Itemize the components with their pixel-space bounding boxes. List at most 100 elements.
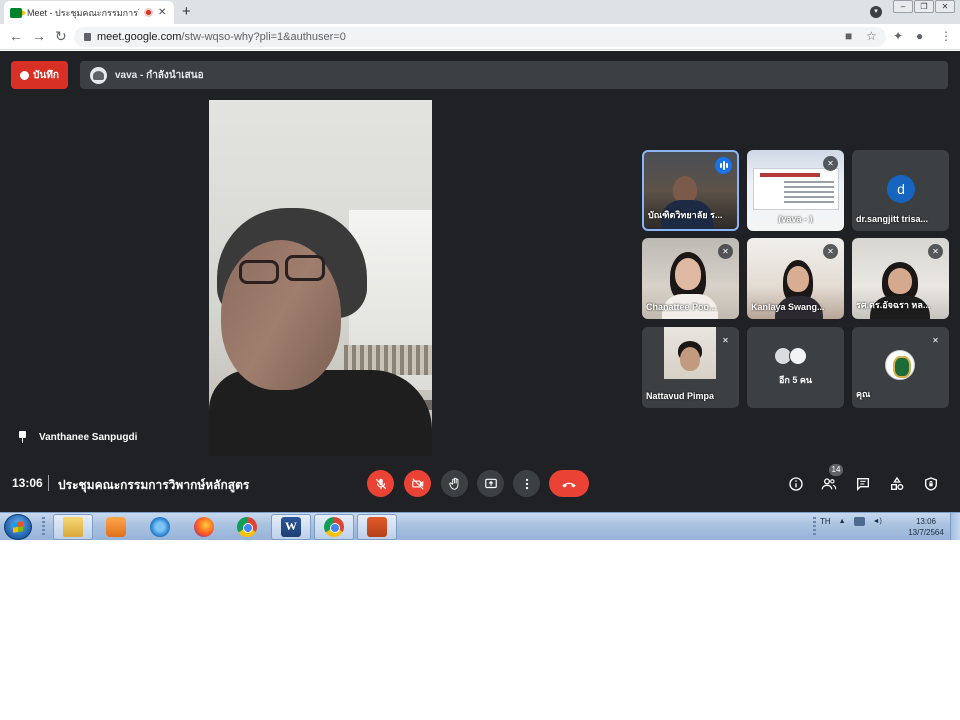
- back-arrow-icon[interactable]: ←: [9, 28, 23, 44]
- powerpoint-icon: [367, 517, 387, 537]
- volume-icon[interactable]: ◄): [873, 518, 882, 525]
- participant-count-badge: 14: [829, 464, 843, 476]
- window-controls: – ❐ ✕: [893, 0, 955, 13]
- tab-search-icon[interactable]: ▾: [870, 6, 882, 18]
- taskbar-powerpoint[interactable]: [357, 514, 397, 540]
- raise-hand-button[interactable]: [441, 470, 468, 497]
- participant-head: [787, 266, 809, 292]
- participant-tile[interactable]: ✕ Chanattee Poo...: [642, 238, 739, 319]
- taskbar-firefox[interactable]: [184, 514, 224, 540]
- camera-in-use-icon[interactable]: ■: [845, 29, 852, 43]
- taskbar-grip: [42, 517, 45, 537]
- taskbar-chrome[interactable]: [227, 514, 267, 540]
- pinned-participant-name: Vanthanee Sanpugdi: [39, 431, 138, 443]
- muted-mic-icon: ✕: [823, 244, 838, 259]
- participant-tile[interactable]: บัณฑิตวิทยาลัย ร...: [642, 150, 739, 231]
- pin-icon[interactable]: [18, 431, 27, 443]
- mic-off-icon: [375, 478, 386, 489]
- browser-tab-meet[interactable]: Meet - ประชุมคณะกรรมการวิพากษ์ ✕: [4, 1, 174, 24]
- participant-name: Chanattee Poo...: [646, 302, 717, 312]
- participant-name: บัณฑิตวิทยาลัย ร...: [648, 210, 723, 220]
- new-tab-button[interactable]: +: [182, 3, 191, 20]
- more-participants-label: อีก 5 คน: [778, 375, 813, 385]
- url-text: meet.google.com/stw-wqso-why?pli=1&authu…: [97, 31, 346, 43]
- url-path: /stw-wqso-why?pli=1&authuser=0: [181, 31, 346, 43]
- activities-button[interactable]: [888, 475, 906, 493]
- pinned-participant-label: Vanthanee Sanpugdi: [18, 431, 137, 443]
- participant-name: dr.sangjitt trisa...: [856, 214, 929, 224]
- internet-explorer-icon: [150, 517, 170, 537]
- network-icon[interactable]: [853, 517, 865, 526]
- speaker-glasses-left: [239, 260, 279, 284]
- taskbar-media-player[interactable]: [96, 514, 136, 540]
- more-participants-tile[interactable]: อีก 5 คน: [747, 327, 844, 408]
- participant-name: Nattavud Pimpa: [646, 391, 715, 401]
- bookmark-star-icon[interactable]: ☆: [866, 29, 877, 43]
- reload-icon[interactable]: ↻: [55, 28, 67, 45]
- present-screen-icon: [484, 478, 497, 488]
- people-icon: [821, 478, 837, 490]
- taskbar-clock[interactable]: 13:06 13/7/2564: [906, 516, 946, 538]
- taskbar-internet-explorer[interactable]: [140, 514, 180, 540]
- slide-content-lines: [784, 181, 834, 205]
- meeting-divider: [48, 475, 49, 491]
- participant-head: [888, 268, 912, 294]
- windows-taskbar: TH ▲ ◄) 13:06 13/7/2564: [0, 512, 960, 540]
- participant-tile[interactable]: ✕ Kanlaya Swang...: [747, 238, 844, 319]
- input-language[interactable]: TH: [820, 517, 831, 526]
- muted-mic-icon: ✕: [928, 333, 943, 348]
- participant-name: (vava - ): [778, 214, 813, 224]
- participant-head: [680, 347, 700, 371]
- muted-mic-icon: ✕: [928, 244, 943, 259]
- taskbar-explorer[interactable]: [53, 514, 93, 540]
- self-tile[interactable]: ✕ คุณ: [852, 327, 949, 408]
- record-button[interactable]: บันทึก: [11, 61, 68, 89]
- show-hidden-icons-icon[interactable]: ▲: [839, 518, 846, 525]
- taskbar-chrome-window[interactable]: [314, 514, 354, 540]
- extensions-puzzle-icon[interactable]: ✦: [893, 29, 903, 43]
- forward-arrow-icon[interactable]: →: [32, 28, 46, 44]
- start-menu-icon[interactable]: [4, 514, 32, 540]
- more-options-button[interactable]: [513, 470, 540, 497]
- activities-shapes-icon: [891, 476, 904, 490]
- show-desktop-button[interactable]: [950, 513, 960, 540]
- microphone-toggle-button[interactable]: [367, 470, 394, 497]
- participant-tile[interactable]: ✕ Nattavud Pimpa: [642, 327, 739, 408]
- meeting-details-button[interactable]: [787, 475, 805, 493]
- muted-mic-icon: ✕: [823, 156, 838, 171]
- taskbar-word[interactable]: [271, 514, 311, 540]
- participant-name: รศ.ดร.อัจฉรา หล...: [856, 300, 931, 310]
- meet-stage: บันทึก vava - กำลังนำเสนอ Vanthanee Sanp…: [0, 51, 960, 512]
- meet-favicon-icon: [10, 7, 26, 18]
- more-vert-icon: [525, 478, 528, 489]
- address-bar[interactable]: meet.google.com/stw-wqso-why?pli=1&authu…: [74, 27, 886, 47]
- people-button[interactable]: [820, 475, 838, 493]
- url-host: meet.google.com: [97, 31, 182, 43]
- meeting-title: ประชุมคณะกรรมการวิพากษ์หลักสูตร: [58, 478, 250, 492]
- host-controls-button[interactable]: [922, 475, 940, 493]
- present-now-button[interactable]: [477, 470, 504, 497]
- pinned-video-feed[interactable]: [209, 100, 432, 456]
- chat-button[interactable]: [854, 475, 872, 493]
- close-window-icon[interactable]: ✕: [935, 0, 955, 13]
- minimize-icon[interactable]: –: [893, 0, 913, 13]
- info-icon: [789, 477, 803, 491]
- self-avatar: [885, 350, 915, 380]
- meeting-clock: 13:06: [12, 476, 43, 490]
- participant-tile[interactable]: d dr.sangjitt trisa...: [852, 150, 949, 231]
- participant-tile[interactable]: ✕ รศ.ดร.อัจฉรา หล...: [852, 238, 949, 319]
- camera-toggle-button[interactable]: [404, 470, 431, 497]
- restore-icon[interactable]: ❐: [914, 0, 934, 13]
- more-participants-avatars: [774, 347, 807, 365]
- shield-lock-icon: [925, 477, 937, 491]
- browser-menu-icon[interactable]: ⋮: [940, 29, 952, 43]
- participant-tile[interactable]: ✕ (vava - ): [747, 150, 844, 231]
- self-name: คุณ: [856, 389, 871, 399]
- chrome-icon: [324, 517, 344, 537]
- word-icon: [281, 517, 301, 537]
- presenting-banner[interactable]: vava - กำลังนำเสนอ: [80, 61, 948, 89]
- tab-close-icon[interactable]: ✕: [158, 7, 166, 18]
- leave-call-button[interactable]: [549, 470, 589, 497]
- tray-grip: [813, 517, 816, 537]
- profile-avatar-icon[interactable]: ●: [916, 29, 923, 43]
